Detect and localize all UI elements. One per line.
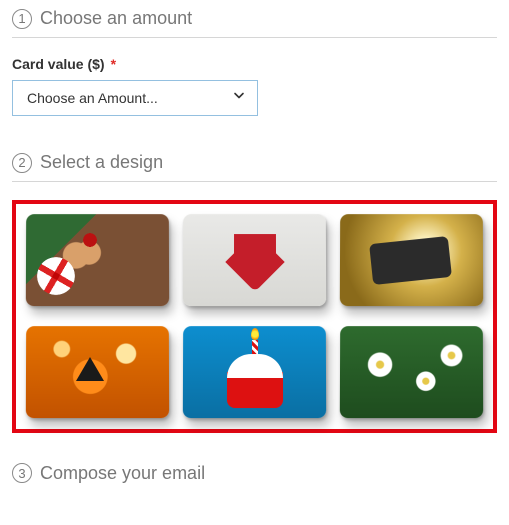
design-card[interactable] <box>26 214 169 306</box>
card-value-select[interactable]: Choose an Amount... <box>12 80 258 116</box>
design-card[interactable] <box>183 326 326 418</box>
design-card[interactable] <box>26 326 169 418</box>
step-3-title: Compose your email <box>40 463 205 484</box>
step-3-number: 3 <box>12 463 32 483</box>
step-1-number: 1 <box>12 9 32 29</box>
required-asterisk: * <box>111 56 116 72</box>
candle-icon <box>252 341 258 363</box>
design-card[interactable] <box>340 214 483 306</box>
card-value-select-value: Choose an Amount... <box>27 90 158 106</box>
flame-icon <box>251 329 259 341</box>
designs-highlight-box <box>12 200 497 433</box>
step-1-title: Choose an amount <box>40 8 192 29</box>
card-value-label-text: Card value ($) <box>12 56 105 72</box>
design-card[interactable] <box>340 326 483 418</box>
designs-grid <box>26 214 483 419</box>
step-2-header: 2 Select a design <box>12 150 497 182</box>
step-2-title: Select a design <box>40 152 163 173</box>
design-card[interactable] <box>183 214 326 306</box>
step-2-number: 2 <box>12 153 32 173</box>
step-1-header: 1 Choose an amount <box>12 6 497 38</box>
card-value-label: Card value ($) * <box>12 56 497 72</box>
card-value-select-wrap: Choose an Amount... <box>12 80 258 116</box>
step-3-header: 3 Compose your email <box>12 461 497 492</box>
